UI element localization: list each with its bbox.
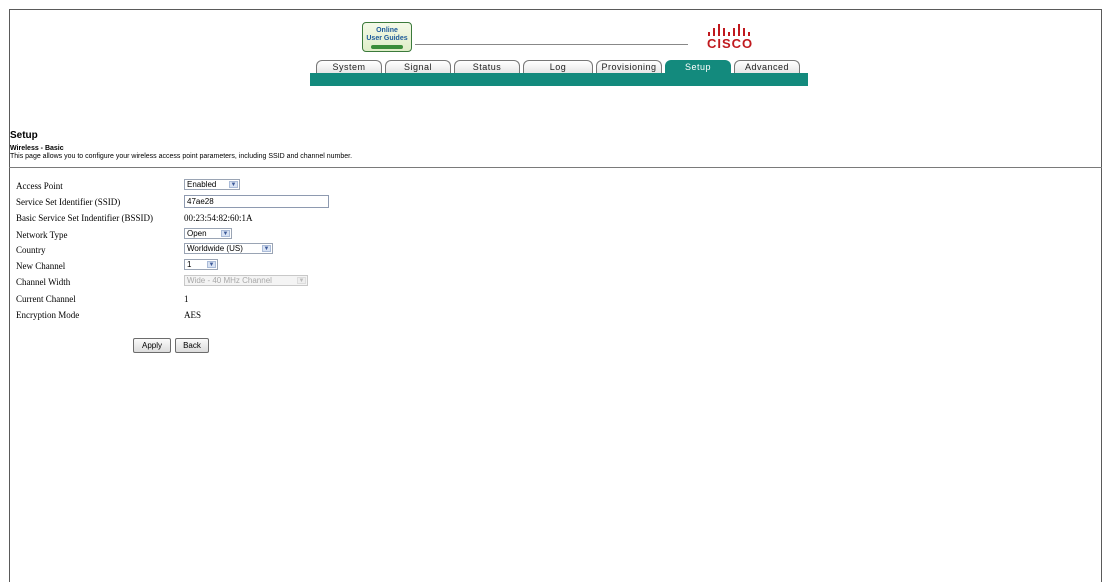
apply-button[interactable]: Apply xyxy=(133,338,171,353)
chevron-down-icon: ▼ xyxy=(221,230,230,237)
section-divider xyxy=(9,167,1102,168)
page-subtitle: Wireless - Basic xyxy=(10,145,64,152)
country-value: Worldwide (US) xyxy=(187,244,243,253)
access-point-label: Access Point xyxy=(16,181,63,191)
tab-log[interactable]: Log xyxy=(523,60,593,73)
new-channel-value: 1 xyxy=(187,260,192,269)
new-channel-label: New Channel xyxy=(16,261,66,271)
channel-width-select: Wide - 40 MHz Channel ▼ xyxy=(184,275,308,286)
network-type-select[interactable]: Open ▼ xyxy=(184,228,232,239)
chevron-down-icon: ▼ xyxy=(229,181,238,188)
current-channel-value: 1 xyxy=(184,294,189,304)
chevron-down-icon: ▼ xyxy=(262,245,271,252)
bssid-value: 00:23:54:82:60:1A xyxy=(184,213,253,223)
book-icon xyxy=(371,45,403,49)
bssid-label: Basic Service Set Indentifier (BSSID) xyxy=(16,213,153,223)
country-select[interactable]: Worldwide (US) ▼ xyxy=(184,243,273,254)
page-description: This page allows you to configure your w… xyxy=(10,153,353,160)
nav-accent-bar xyxy=(310,73,808,86)
network-type-value: Open xyxy=(187,229,207,238)
chevron-down-icon: ▼ xyxy=(207,261,216,268)
access-point-select[interactable]: Enabled ▼ xyxy=(184,179,240,190)
back-button[interactable]: Back xyxy=(175,338,209,353)
tab-provisioning[interactable]: Provisioning xyxy=(596,60,662,73)
current-channel-label: Current Channel xyxy=(16,294,76,304)
cisco-bars-icon xyxy=(708,24,754,36)
header-rule xyxy=(415,44,688,45)
new-channel-select[interactable]: 1 ▼ xyxy=(184,259,218,270)
ssid-label: Service Set Identifier (SSID) xyxy=(16,197,121,207)
page-title: Setup xyxy=(10,130,38,141)
online-user-guides-logo[interactable]: Online User Guides xyxy=(362,22,412,52)
network-type-label: Network Type xyxy=(16,230,68,240)
tab-signal[interactable]: Signal xyxy=(385,60,451,73)
tab-setup[interactable]: Setup xyxy=(665,60,731,73)
tab-advanced[interactable]: Advanced xyxy=(734,60,800,73)
chevron-down-icon: ▼ xyxy=(297,277,306,284)
tab-status[interactable]: Status xyxy=(454,60,520,73)
country-label: Country xyxy=(16,245,46,255)
page-frame xyxy=(9,9,1102,582)
encryption-mode-value: AES xyxy=(184,310,202,320)
tab-system[interactable]: System xyxy=(316,60,382,73)
channel-width-label: Channel Width xyxy=(16,277,71,287)
guides-logo-line-1: Online xyxy=(376,27,398,34)
guides-logo-line-2: User Guides xyxy=(366,35,408,42)
encryption-mode-label: Encryption Mode xyxy=(16,310,80,320)
ssid-input[interactable] xyxy=(184,195,329,208)
access-point-value: Enabled xyxy=(187,180,217,189)
channel-width-value: Wide - 40 MHz Channel xyxy=(187,276,272,285)
cisco-logo: CISCO xyxy=(707,36,754,51)
